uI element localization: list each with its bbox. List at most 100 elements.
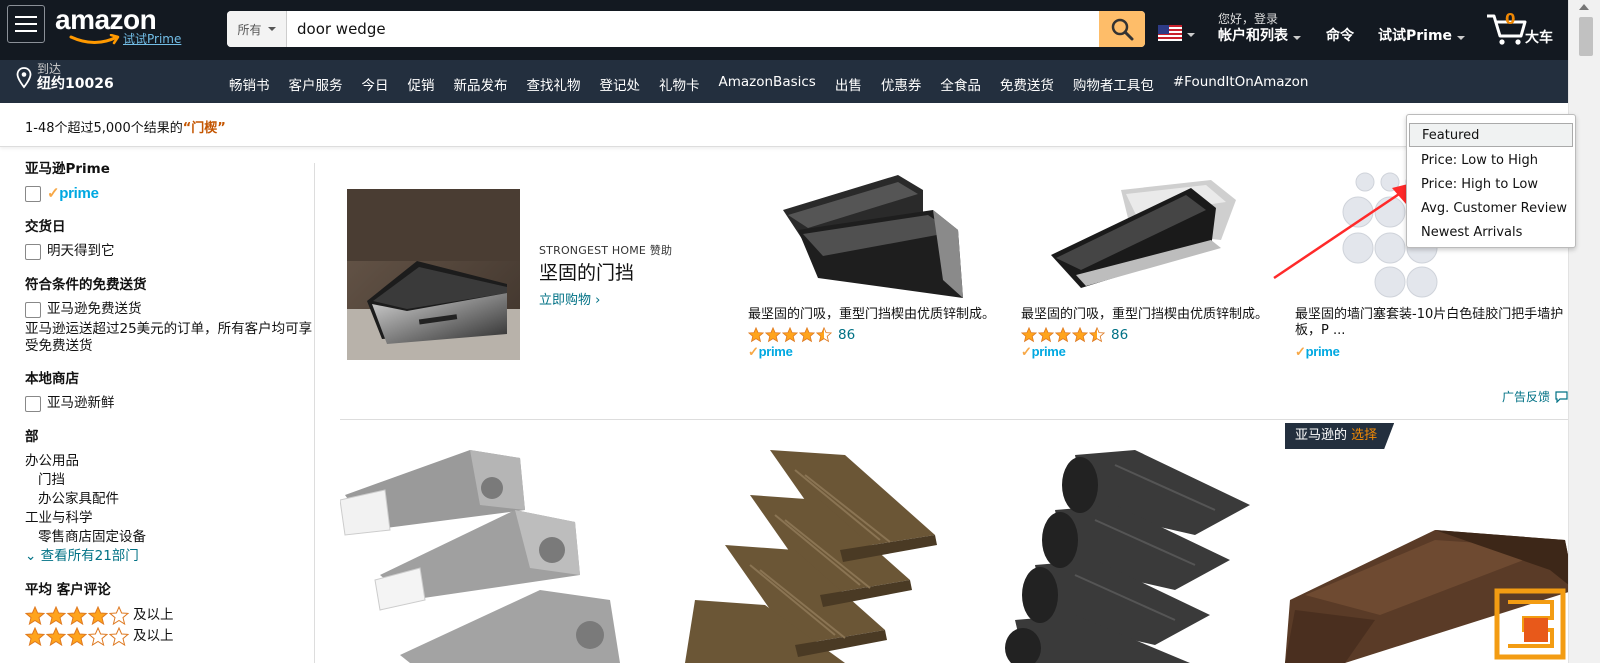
free-shipping-note: 亚马逊运送超过25美元的订单，所有客户均可享受免费送货 bbox=[25, 321, 313, 354]
star-icon bbox=[109, 605, 129, 625]
cart-count: 0 bbox=[1505, 10, 1516, 28]
review-count[interactable]: 86 bbox=[1111, 327, 1128, 343]
language-chevron-icon[interactable] bbox=[1187, 33, 1195, 37]
star-icon bbox=[67, 605, 87, 625]
search-icon bbox=[1111, 18, 1134, 41]
nav-link-sell[interactable]: 出售 bbox=[835, 74, 862, 94]
search-category-select[interactable]: 所有 bbox=[227, 11, 287, 47]
product-image[interactable] bbox=[655, 450, 955, 663]
cart-label[interactable]: 大车 bbox=[1525, 27, 1553, 47]
logo-try-prime-link[interactable]: 试试Prime bbox=[123, 30, 181, 47]
page-scrollbar[interactable] bbox=[1568, 0, 1600, 663]
us-flag-icon[interactable] bbox=[1158, 25, 1182, 41]
orders-link[interactable]: 命令 bbox=[1326, 27, 1354, 45]
ad-feedback-link[interactable]: 广告反馈 bbox=[1502, 388, 1568, 405]
star-icon bbox=[799, 327, 815, 343]
nav-link-amazonbasics[interactable]: AmazonBasics bbox=[719, 74, 816, 94]
sort-option-newest[interactable]: Newest Arrivals bbox=[1407, 221, 1575, 245]
dept-industrial-scientific[interactable]: 工业与科学 bbox=[25, 509, 315, 528]
star-icon bbox=[1072, 327, 1088, 343]
door-stop-photo bbox=[347, 189, 520, 360]
star-icon bbox=[782, 327, 798, 343]
review-3-up[interactable]: 及以上 bbox=[25, 626, 315, 647]
star-rating-icon[interactable] bbox=[1021, 327, 1105, 343]
search-button[interactable] bbox=[1099, 11, 1145, 47]
search-input[interactable] bbox=[287, 11, 1099, 47]
sort-dropdown[interactable]: Featured Price: Low to High Price: High … bbox=[1406, 114, 1576, 248]
search-bar: 所有 bbox=[227, 11, 1145, 47]
review-filter-title: 平均 客户评论 bbox=[25, 582, 111, 598]
sponsored-product-card[interactable]: 最坚固的门吸，重型门挡楔由优质锌制成。 86 ✓prime bbox=[748, 170, 998, 360]
product-image[interactable] bbox=[985, 450, 1265, 667]
star-icon bbox=[88, 626, 108, 646]
deliver-to-location[interactable]: 到达 纽约10026 bbox=[16, 62, 114, 93]
star-icon bbox=[765, 327, 781, 343]
sponsored-headline[interactable]: 坚固的门挡 bbox=[539, 258, 634, 285]
review-4-up[interactable]: 及以上 bbox=[25, 605, 315, 626]
amazon-fresh-checkbox[interactable] bbox=[25, 395, 41, 412]
nav-links: 畅销书 客户服务 今日 促销 新品发布 查找礼物 登记处 礼物卡 AmazonB… bbox=[229, 74, 1327, 94]
free-shipping-label[interactable]: 亚马逊免费送货 bbox=[47, 300, 142, 319]
nav-link-find-gift[interactable]: 查找礼物 bbox=[527, 74, 581, 94]
see-all-departments-link[interactable]: ⌄ 查看所有21部门 bbox=[25, 547, 315, 566]
sort-option-avg-review[interactable]: Avg. Customer Review bbox=[1407, 197, 1575, 221]
free-shipping-checkbox[interactable] bbox=[25, 301, 41, 318]
sort-option-price-low-high[interactable]: Price: Low to High bbox=[1407, 149, 1575, 173]
nav-link-deals[interactable]: 促销 bbox=[408, 74, 435, 94]
nav-link-whole-foods[interactable]: 全食品 bbox=[940, 74, 981, 94]
sponsored-brand-label: STRONGEST HOME 赞助 bbox=[539, 244, 673, 257]
amazon-logo[interactable]: amazon 试试Prime bbox=[55, 6, 181, 47]
amazon-fresh-label[interactable]: 亚马逊新鲜 bbox=[47, 394, 115, 413]
sort-option-featured[interactable]: Featured bbox=[1409, 123, 1573, 147]
review-count[interactable]: 86 bbox=[838, 327, 855, 343]
product-image[interactable] bbox=[339, 450, 640, 663]
star-icon bbox=[1089, 327, 1105, 343]
results-info-bar: 1-48个超过5,000个结果的“门楔” bbox=[0, 103, 1568, 147]
product-image[interactable] bbox=[1021, 170, 1271, 303]
amazons-choice-badge: 亚马逊的 选择 bbox=[1285, 423, 1394, 449]
filter-sidebar: 亚马逊Prime ✓prime 交货日 明天得到它 符合条件的免费送货 亚马逊免… bbox=[25, 160, 315, 662]
chevron-down-icon bbox=[1292, 36, 1301, 40]
nav-link-registry[interactable]: 登记处 bbox=[600, 74, 641, 94]
chevron-down-icon: ⌄ bbox=[25, 548, 41, 564]
product-image[interactable] bbox=[748, 170, 998, 303]
product-title[interactable]: 最坚固的墙门塞套装-10片白色硅胶门把手墙护板，P ... bbox=[1295, 307, 1570, 339]
results-count: 1-48个超过5,000个结果的“门楔” bbox=[25, 121, 226, 136]
watermark-logo-icon bbox=[1494, 588, 1566, 660]
sponsored-product-card[interactable]: 最坚固的门吸，重型门挡楔由优质锌制成。 86 ✓prime bbox=[1021, 170, 1271, 360]
scroll-up-arrow-icon[interactable] bbox=[1579, 4, 1589, 10]
product-title[interactable]: 最坚固的门吸，重型门挡楔由优质锌制成。 bbox=[748, 307, 998, 323]
nav-link-bestsellers[interactable]: 畅销书 bbox=[229, 74, 270, 94]
menu-button[interactable] bbox=[7, 5, 45, 43]
star-icon bbox=[816, 327, 832, 343]
get-it-tomorrow-label[interactable]: 明天得到它 bbox=[47, 242, 115, 261]
dept-office-products[interactable]: 办公用品 bbox=[25, 452, 315, 471]
try-prime-menu[interactable]: 试试Prime bbox=[1378, 27, 1465, 45]
nav-link-shopper-toolkit[interactable]: 购物者工具包 bbox=[1073, 74, 1154, 94]
dept-office-furniture-accessories[interactable]: 办公家具配件 bbox=[25, 490, 315, 509]
local-store-title: 本地商店 bbox=[25, 371, 79, 387]
product-title[interactable]: 最坚固的门吸，重型门挡楔由优质锌制成。 bbox=[1021, 307, 1271, 323]
get-it-tomorrow-checkbox[interactable] bbox=[25, 243, 41, 260]
dept-door-stops[interactable]: 门挡 bbox=[25, 471, 315, 490]
nav-link-new-releases[interactable]: 新品发布 bbox=[454, 74, 508, 94]
dept-retail-store-fixtures[interactable]: 零售商店固定设备 bbox=[25, 528, 315, 547]
scrollbar-thumb[interactable] bbox=[1579, 17, 1593, 56]
location-pin-icon bbox=[16, 67, 32, 89]
star-icon bbox=[67, 626, 87, 646]
prime-filter-title: 亚马逊Prime bbox=[25, 161, 110, 177]
nav-link-free-shipping[interactable]: 免费送货 bbox=[1000, 74, 1054, 94]
prime-checkbox[interactable] bbox=[25, 185, 41, 202]
star-rating-icon[interactable] bbox=[748, 327, 832, 343]
shop-now-link[interactable]: 立即购物 › bbox=[539, 289, 600, 308]
star-rating-icon bbox=[25, 605, 129, 626]
nav-link-founditonamazon[interactable]: #FoundItOnAmazon bbox=[1173, 74, 1309, 94]
nav-link-customer-service[interactable]: 客户服务 bbox=[289, 74, 343, 94]
sponsored-brand-image[interactable] bbox=[347, 189, 520, 360]
nav-link-today[interactable]: 今日 bbox=[362, 74, 389, 94]
nav-link-gift-cards[interactable]: 礼物卡 bbox=[659, 74, 700, 94]
department-title: 部 bbox=[25, 429, 39, 445]
account-menu[interactable]: 您好，登录 帐户和列表 bbox=[1218, 12, 1301, 45]
sort-option-price-high-low[interactable]: Price: High to Low bbox=[1407, 173, 1575, 197]
nav-link-coupons[interactable]: 优惠券 bbox=[881, 74, 922, 94]
